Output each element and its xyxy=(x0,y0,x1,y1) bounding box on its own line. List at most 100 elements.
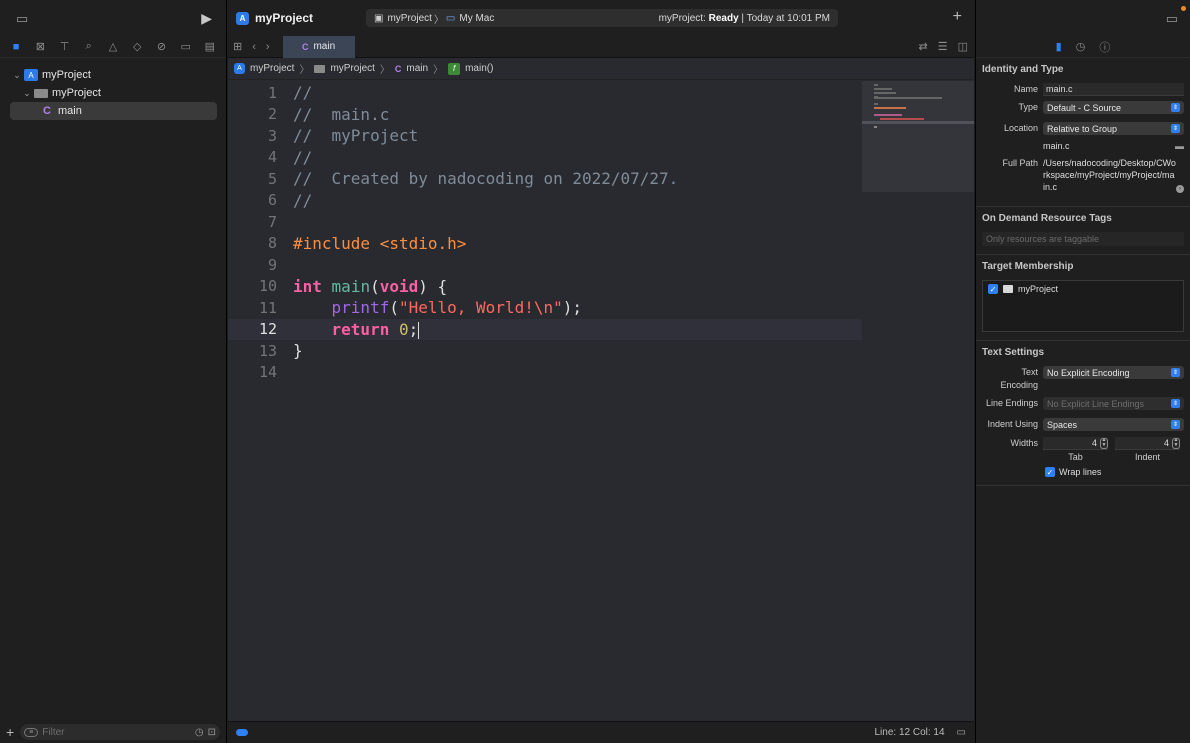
keyword-token: return xyxy=(331,319,390,339)
project-navigator-icon[interactable]: ■ xyxy=(4,41,28,53)
code-line[interactable]: 7 xyxy=(228,211,862,233)
debug-area-icon[interactable]: ▭ xyxy=(957,727,966,738)
indent-using-popup[interactable]: Spaces ⇕ xyxy=(1043,418,1184,431)
add-file-icon[interactable]: + xyxy=(6,724,14,740)
build-status: myProject: Ready | Today at 10:01 PM xyxy=(659,13,830,24)
tree-item-main[interactable]: C main xyxy=(10,102,217,120)
fullpath-label: Full Path xyxy=(1002,158,1038,168)
minimap-line xyxy=(880,118,924,120)
back-icon[interactable]: ‹ xyxy=(247,41,261,53)
code-line[interactable]: 14 xyxy=(228,362,862,384)
run-icon[interactable]: ▶ xyxy=(201,11,212,25)
location-file: main.c xyxy=(1043,141,1070,151)
code-line[interactable]: 11 printf("Hello, World!\n"); xyxy=(228,297,862,319)
grid-icon[interactable]: ⊞ xyxy=(228,40,247,53)
tree-item-folder[interactable]: ⌄ myProject xyxy=(0,84,226,102)
tab-caption: Tab xyxy=(1068,452,1083,462)
add-tab-icon[interactable]: + xyxy=(953,8,962,26)
scheme-selector[interactable]: ▣ myProject xyxy=(374,13,432,24)
related-items-icon[interactable]: ⇄ xyxy=(919,40,928,53)
filter-scm-icon[interactable]: ⊡ xyxy=(208,727,216,738)
disclosure-icon[interactable]: ⌄ xyxy=(12,70,22,81)
code-line[interactable]: 6 // xyxy=(228,190,862,212)
warning-icon[interactable]: △ xyxy=(101,40,125,53)
search-icon[interactable]: ⌕ xyxy=(77,40,101,53)
code-line[interactable]: 2 // main.c xyxy=(228,104,862,126)
location-popup[interactable]: Relative to Group ⇕ xyxy=(1043,122,1184,135)
filter-input[interactable]: ≡ Filter ◷ ⊡ xyxy=(20,724,220,740)
recent-files-icon[interactable]: ◷ xyxy=(195,727,204,738)
tab-width-field[interactable]: 4 ▲ ▼ xyxy=(1043,437,1108,450)
code-line[interactable]: 8 #include <stdio.h> xyxy=(228,233,862,255)
minimap-line xyxy=(874,97,942,99)
chevron-right-icon: 〉 xyxy=(379,65,390,76)
code-line[interactable]: 10 int main(void) { xyxy=(228,276,862,298)
stepper-icon[interactable]: ▲ ▼ xyxy=(1172,437,1180,449)
name-label: Name xyxy=(1013,84,1038,94)
source-editor[interactable]: 1 // 2 // main.c 3 // myProject 4 // 5 /… xyxy=(228,81,862,721)
disclosure-icon[interactable]: ⌄ xyxy=(22,88,32,99)
debug-area-toggle-icon[interactable] xyxy=(236,729,248,736)
breadcrumb-item[interactable]: myProject xyxy=(250,63,294,74)
stepper-icon[interactable]: ▲ ▼ xyxy=(1100,437,1108,449)
filter-options-icon[interactable]: ≡ xyxy=(24,727,39,737)
breadcrumb-item[interactable]: main xyxy=(406,63,428,74)
split-editor-icon[interactable]: ◫ xyxy=(958,40,968,53)
code-line[interactable]: 3 // myProject xyxy=(228,125,862,147)
test-navigator-icon[interactable]: ◇ xyxy=(125,40,149,53)
location-label: Location xyxy=(1003,123,1038,133)
editor-options: ⇄ ☰ ◫ xyxy=(919,40,969,53)
folder-icon[interactable]: ▬ xyxy=(1175,140,1184,152)
project-title-label: myProject xyxy=(255,11,314,25)
help-icon[interactable]: ⓘ xyxy=(1099,39,1110,55)
code-line[interactable]: 9 xyxy=(228,254,862,276)
line-number: 3 xyxy=(267,126,277,145)
code-line-current[interactable]: 12 return 0; xyxy=(228,318,862,340)
punct-token: ; xyxy=(408,319,419,339)
destination-selector[interactable]: ▭ My Mac xyxy=(446,13,494,24)
symbol-navigator-icon[interactable]: ⊤ xyxy=(52,40,76,53)
line-number: 2 xyxy=(267,105,277,124)
membership-row[interactable]: ✓ myProject xyxy=(988,284,1178,294)
indent-width-value: 4 xyxy=(1163,438,1169,448)
file-icon[interactable]: ▮ xyxy=(1056,40,1062,53)
sidebar-toggle-icon[interactable]: ▭ xyxy=(16,12,28,25)
wrap-lines-checkbox[interactable]: ✓ xyxy=(1045,467,1055,477)
code-line[interactable]: 5 // Created by nadocoding on 2022/07/27… xyxy=(228,168,862,190)
editor-area: A myProject ▣ myProject 〉 ▭ My Mac myPro… xyxy=(228,0,974,743)
debug-status-bar: Line: 12 Col: 14 ▭ xyxy=(228,721,974,743)
code-text: // xyxy=(293,190,313,210)
line-endings-popup[interactable]: No Explicit Line Endings ⇕ xyxy=(1043,397,1184,410)
breadcrumb-item[interactable]: myProject xyxy=(330,63,374,74)
encoding-popup[interactable]: No Explicit Encoding ⇕ xyxy=(1043,366,1184,379)
reveal-in-finder-icon[interactable]: › xyxy=(1176,185,1184,193)
forward-icon[interactable]: › xyxy=(261,41,275,53)
tree-item-project[interactable]: ⌄ A myProject xyxy=(0,66,226,84)
indent-width-field[interactable]: 4 ▲ ▼ xyxy=(1115,437,1180,450)
code-line[interactable]: 13 } xyxy=(228,340,862,362)
code-line[interactable]: 1 // xyxy=(228,82,862,104)
tab-main[interactable]: C main xyxy=(282,35,355,58)
code-line[interactable]: 4 // xyxy=(228,147,862,169)
chevron-updown-icon: ⇕ xyxy=(1171,368,1180,377)
type-popup[interactable]: Default - C Source ⇕ xyxy=(1043,101,1184,114)
tree-item-label: main xyxy=(58,105,82,117)
wrap-lines-option[interactable]: ✓ Wrap lines xyxy=(1045,467,1184,477)
name-field[interactable]: main.c xyxy=(1043,83,1184,96)
project-title: A myProject xyxy=(236,11,313,25)
debug-navigator-icon[interactable]: ⊘ xyxy=(149,40,173,53)
minimap[interactable] xyxy=(862,81,974,192)
inspector-toggle-icon[interactable]: ▭ xyxy=(1166,12,1178,25)
line-number: 9 xyxy=(267,255,277,274)
breadcrumb-item[interactable]: main() xyxy=(465,63,493,74)
source-control-icon[interactable]: ⊠ xyxy=(28,40,52,53)
report-navigator-icon[interactable]: ▤ xyxy=(198,40,222,53)
editor-options-icon[interactable]: ☰ xyxy=(938,40,948,53)
chevron-right-icon: 〉 xyxy=(433,65,444,76)
breakpoint-navigator-icon[interactable]: ▭ xyxy=(174,40,198,53)
inspector-toolbar: ▭ xyxy=(976,0,1190,36)
target-membership-section: Target Membership ✓ myProject xyxy=(976,255,1190,341)
history-icon[interactable]: ◷ xyxy=(1076,40,1086,53)
membership-checkbox[interactable]: ✓ xyxy=(988,284,998,294)
